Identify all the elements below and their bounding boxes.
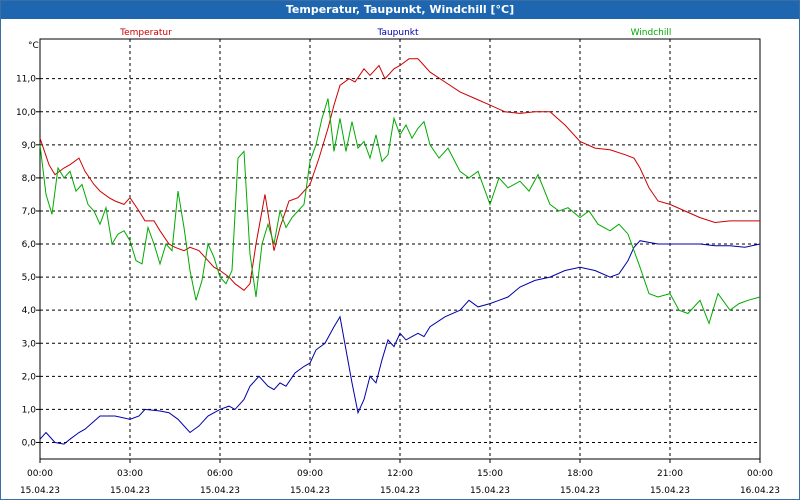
legend-entry-taupunkt: Taupunkt [376, 28, 419, 38]
y-tick-label: 10,0 [16, 108, 36, 118]
x-tick-label-time: 18:00 [567, 469, 593, 479]
x-tick-label-date: 15.04.23 [290, 486, 330, 496]
x-tick-label-date: 15.04.23 [560, 486, 600, 496]
chart-window: Temperatur, Taupunkt, Windchill [°C] 0,0… [0, 0, 800, 500]
x-tick-label-time: 00:00 [747, 469, 773, 479]
x-tick-label-date: 15.04.23 [20, 486, 60, 496]
x-tick-label-time: 15:00 [477, 469, 503, 479]
y-tick-label: 11,0 [16, 75, 36, 85]
x-tick-label-date: 15.04.23 [380, 486, 420, 496]
legend-entry-temperatur: Temperatur [119, 28, 172, 38]
x-tick-label-date: 15.04.23 [200, 486, 240, 496]
x-tick-label-time: 00:00 [27, 469, 53, 479]
y-tick-label: 0,0 [22, 438, 37, 448]
x-tick-label-date: 16.04.23 [740, 486, 780, 496]
y-tick-label: 5,0 [22, 273, 37, 283]
y-tick-label: 4,0 [22, 306, 37, 316]
x-tick-label-time: 03:00 [117, 469, 143, 479]
y-tick-label: 2,0 [22, 372, 37, 382]
y-tick-label: 8,0 [22, 174, 37, 184]
x-tick-label-time: 06:00 [207, 469, 233, 479]
line-chart: 0,0 1,0 2,0 3,0 4,0 5,0 6,0 7,0 8,0 9,0 10,0 11,0 00… [16, 28, 780, 496]
x-tick-label-date: 15.04.23 [110, 486, 150, 496]
y-tick-label: 9,0 [22, 141, 37, 151]
x-tick-label-date: 15.04.23 [650, 486, 690, 496]
x-tick-label-time: 12:00 [387, 469, 413, 479]
y-axis-label: °C [28, 41, 39, 51]
legend-entry-windchill: Windchill [631, 28, 672, 38]
y-tick-label: 7,0 [22, 207, 37, 217]
x-tick-label-time: 21:00 [657, 469, 683, 479]
x-tick-label-date: 15.04.23 [470, 486, 510, 496]
y-tick-label: 1,0 [22, 405, 37, 415]
y-tick-label: 6,0 [22, 240, 37, 250]
y-tick-label: 3,0 [22, 339, 37, 349]
x-tick-label-time: 09:00 [297, 469, 323, 479]
